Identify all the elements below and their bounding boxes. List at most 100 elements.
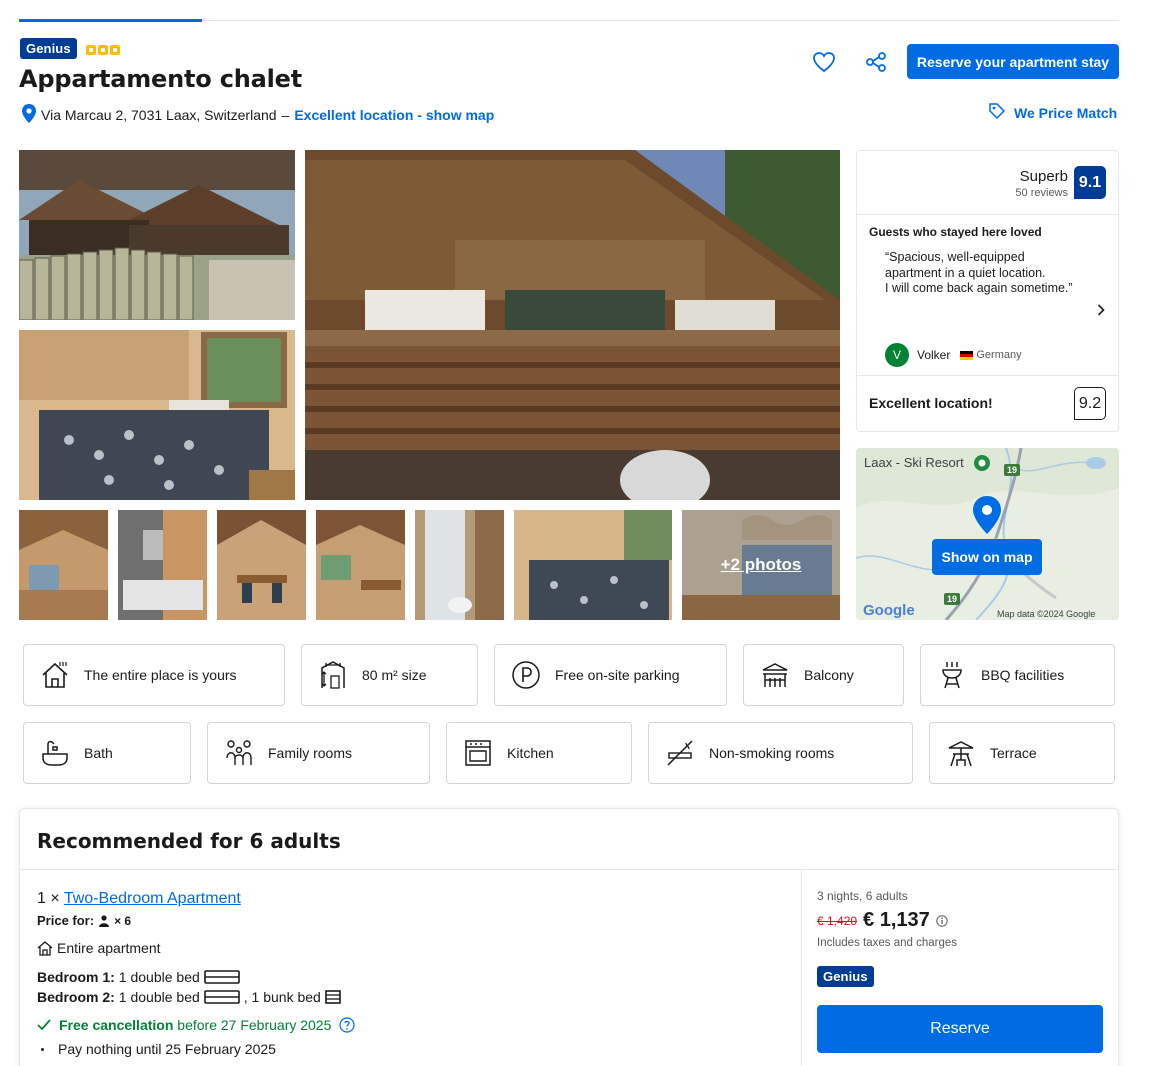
location-label: Excellent location! [869, 395, 993, 411]
reviewer-country: Germany [960, 349, 1022, 361]
show-on-map-button[interactable]: Show on map [932, 539, 1042, 575]
free-cancel-text: Free cancellation before 27 February 202… [59, 1017, 331, 1033]
facility-label: Free on-site parking [555, 667, 680, 683]
bullet [41, 1047, 44, 1051]
review-quote-line: apartment in a quiet location. [885, 265, 1046, 280]
map-preview[interactable]: Laax - Ski Resort 19 Show on map 19 Goog… [856, 448, 1119, 620]
gallery-photo-bedroom[interactable] [19, 330, 295, 500]
reviewer-country-name: Germany [976, 349, 1022, 361]
price-for-count: × 6 [114, 913, 132, 928]
price-match-label: We Price Match [1014, 104, 1118, 121]
reviewer-name: Volker [917, 348, 951, 362]
rating-word: Superb [1019, 168, 1068, 185]
loved-heading: Guests who stayed here loved [869, 225, 1042, 239]
more-photos-label: +2 photos [720, 555, 802, 574]
reserve-button[interactable]: Reserve [817, 1005, 1103, 1053]
entire-apartment-label: Entire apartment [57, 940, 161, 956]
terrace-icon [948, 741, 974, 767]
facility-label: Kitchen [507, 745, 554, 761]
bedroom-value: 1 double bed [118, 989, 200, 1005]
house-icon [42, 662, 68, 688]
family-icon [226, 740, 252, 765]
avatar: V [885, 343, 909, 367]
divider [857, 214, 1118, 215]
info-icon[interactable] [936, 914, 948, 927]
kitchen-icon [465, 740, 491, 766]
bedroom-1: Bedroom 1: 1 double bed [37, 969, 240, 985]
double-bed-icon [203, 990, 240, 1004]
bedroom-value: 1 double bed [118, 969, 200, 985]
location-score-badge: 9.2 [1074, 387, 1106, 420]
entire-apartment: Entire apartment [37, 940, 161, 956]
bedroom-label: Bedroom 1: [37, 969, 115, 985]
chevron-right-icon[interactable] [1097, 303, 1105, 319]
gallery-thumb-bunkroom[interactable]: +2 photos [682, 510, 840, 620]
germany-flag-icon [960, 350, 974, 360]
facility-bbq: BBQ facilities [920, 644, 1115, 706]
share-icon[interactable] [865, 52, 887, 72]
gallery-thumb-dining[interactable] [217, 510, 306, 620]
room-qty: 1 × [37, 890, 60, 907]
facility-size: 80 m² size [301, 644, 478, 706]
tag-icon [988, 102, 1006, 123]
gallery-thumb-bathroom[interactable] [118, 510, 207, 620]
show-map-link[interactable]: Excellent location - show map [294, 107, 494, 123]
price-row: € 1,420 € 1,137 [817, 909, 948, 932]
current-price: € 1,137 [863, 909, 930, 931]
bedroom-2: Bedroom 2: 1 double bed , 1 bunk bed [37, 989, 341, 1005]
price-match-link[interactable]: We Price Match [988, 102, 1117, 123]
reserve-stay-button[interactable]: Reserve your apartment stay [907, 44, 1119, 79]
more-photos-overlay[interactable]: +2 photos [682, 510, 840, 620]
room-name-link[interactable]: Two-Bedroom Apartment [64, 890, 241, 907]
address-separator: – [281, 107, 290, 123]
property-pin-icon [973, 496, 1001, 537]
gallery-thumb-kitchen[interactable] [316, 510, 405, 620]
pay-nothing-label: Pay nothing until 25 February 2025 [58, 1041, 276, 1057]
help-icon[interactable] [339, 1017, 355, 1033]
map-pin-icon [22, 104, 36, 126]
facility-label: 80 m² size [362, 667, 427, 683]
taxes-note: Includes taxes and charges [817, 937, 958, 949]
star-icon [110, 45, 120, 55]
facility-label: Non-smoking rooms [709, 745, 835, 761]
gallery-thumb-bedroom[interactable] [514, 510, 672, 620]
no-smoking-icon [667, 740, 693, 766]
ski-resort-marker-icon [972, 453, 992, 476]
person-icon [99, 914, 110, 927]
free-cancel-date: before 27 February 2025 [177, 1017, 332, 1033]
review-quote: “Spacious, well-equipped apartment in a … [885, 250, 1073, 297]
divider [20, 869, 1118, 870]
recommendation-heading: Recommended for 6 adults [37, 829, 341, 853]
recommendation-card: Recommended for 6 adults 1 × Two-Bedroom… [19, 808, 1119, 1066]
bbq-icon [942, 662, 962, 689]
tab-overview-active-indicator [19, 19, 202, 22]
gallery-photo-main[interactable] [305, 150, 840, 500]
review-score-badge[interactable]: 9.1 [1074, 166, 1106, 199]
house-icon [37, 940, 53, 956]
rating-stars [86, 45, 120, 55]
facility-label: Terrace [990, 745, 1037, 761]
star-icon [98, 45, 108, 55]
free-cancel-label: Free cancellation [59, 1017, 174, 1033]
facility-parking: Free on-site parking [494, 644, 727, 706]
facility-non-smoking: Non-smoking rooms [648, 722, 913, 784]
gallery-photo-exterior[interactable] [19, 150, 295, 320]
facility-label: Bath [84, 745, 113, 761]
star-icon [86, 45, 96, 55]
road-sign: 19 [944, 593, 961, 605]
facility-bath: Bath [23, 722, 191, 784]
review-card: Superb 50 reviews 9.1 Guests who stayed … [856, 150, 1119, 432]
gallery-thumb-living[interactable] [19, 510, 108, 620]
heart-icon[interactable] [812, 51, 836, 73]
divider [857, 375, 1118, 376]
gallery-thumb-shower[interactable] [415, 510, 504, 620]
checkmark-icon [37, 1019, 51, 1031]
genius-badge: Genius [817, 966, 874, 987]
parking-icon [512, 661, 540, 689]
rating-summary: Superb 50 reviews [1015, 168, 1068, 199]
review-quote-line: “Spacious, well-equipped [885, 250, 1025, 264]
column-divider [801, 870, 802, 1066]
address-row: Via Marcau 2, 7031 Laax, Switzerland – E… [22, 104, 494, 126]
road-sign: 19 [1004, 464, 1021, 476]
review-quote-line: I will come back again sometime.” [885, 281, 1073, 295]
